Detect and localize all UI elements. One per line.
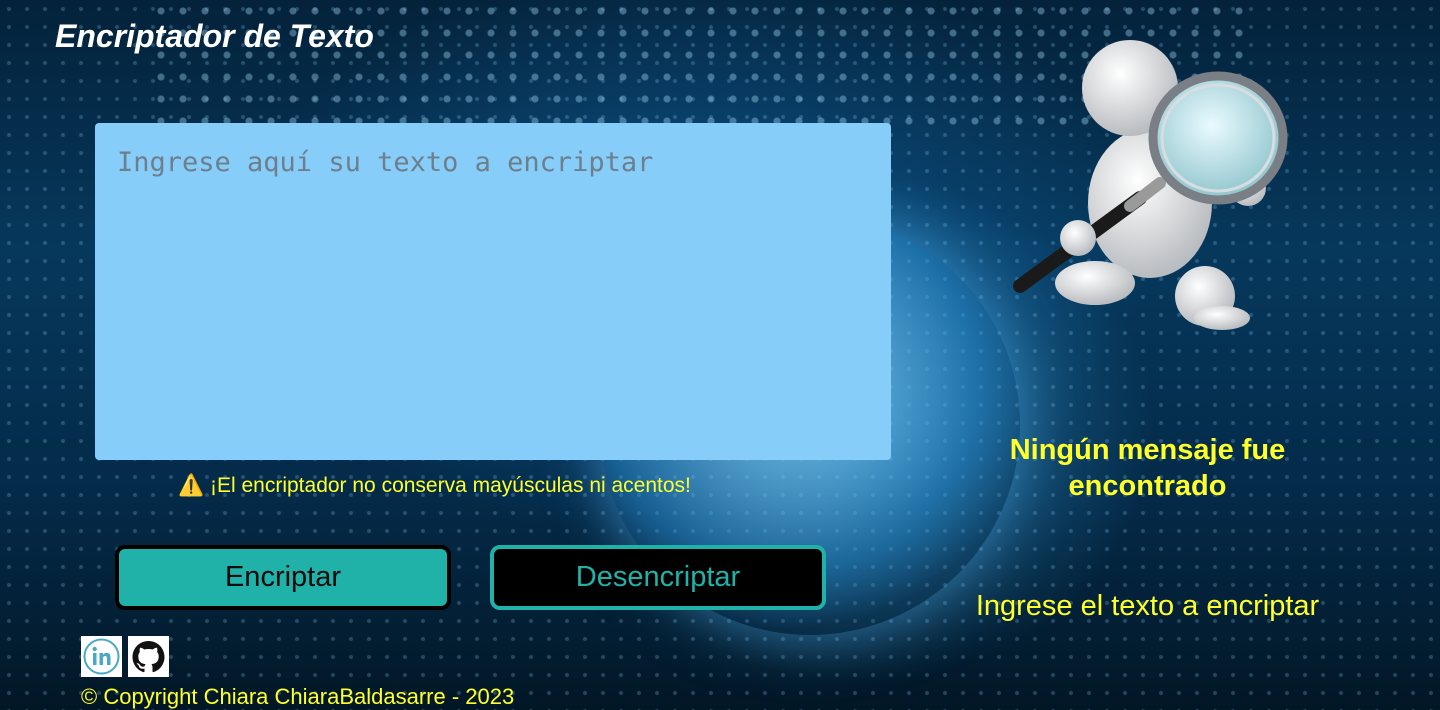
detective-figure-image: [1013, 40, 1288, 330]
copyright-footer: © Copyright Chiara ChiaraBaldasarre - 20…: [81, 684, 515, 709]
decrypt-button[interactable]: Desencriptar: [490, 545, 826, 610]
github-icon: [132, 641, 165, 673]
social-links: [81, 636, 169, 677]
github-link[interactable]: [128, 636, 169, 677]
linkedin-link[interactable]: [81, 636, 122, 677]
result-subtitle: Ingrese el texto a encriptar: [975, 590, 1320, 622]
page: Encriptador de Texto ⚠️ ¡El encriptador …: [0, 0, 1440, 710]
result-title: Ningún mensaje fue encontrado: [1009, 434, 1286, 502]
linkedin-icon: [83, 638, 120, 675]
warning-message: ⚠️ ¡El encriptador no conserva mayúscula…: [178, 474, 691, 497]
encrypt-button[interactable]: Encriptar: [115, 545, 451, 610]
page-title: Encriptador de Texto: [55, 18, 374, 54]
text-input[interactable]: [95, 123, 891, 460]
